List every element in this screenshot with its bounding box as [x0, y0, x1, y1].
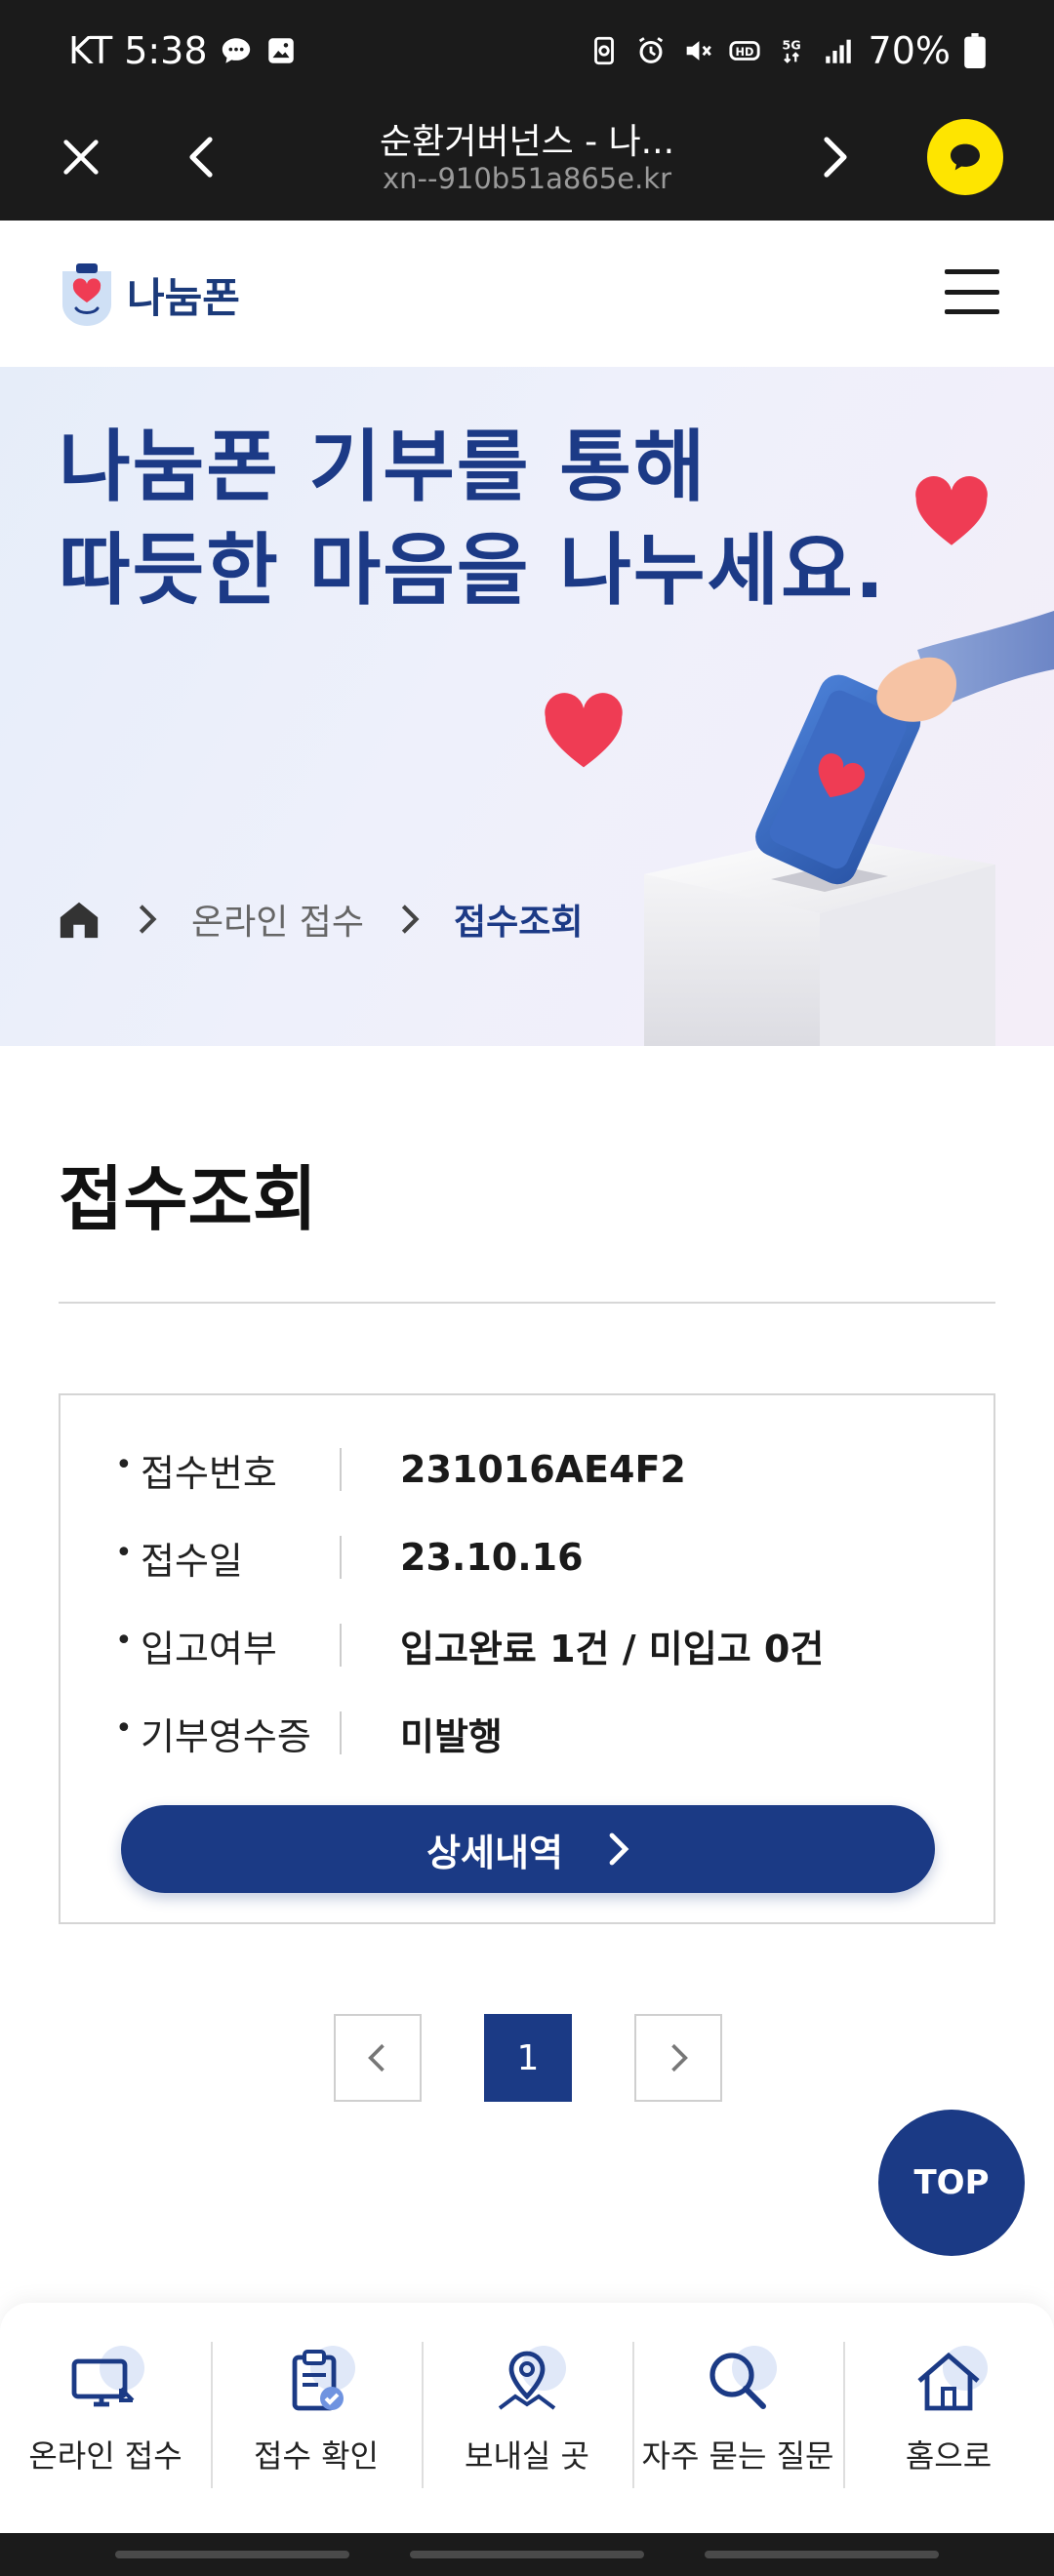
nav-label: 온라인 접수	[28, 2437, 182, 2475]
breadcrumb: 온라인 접수 접수조회	[57, 894, 584, 945]
signal-icon	[825, 39, 851, 63]
row-separator	[340, 1536, 342, 1579]
row-separator	[340, 1711, 342, 1754]
chat-notification-icon	[222, 38, 250, 63]
heart-decoration-icon	[545, 693, 623, 768]
close-icon	[63, 140, 99, 175]
receipt-date-value: 23.10.16	[400, 1536, 584, 1579]
detail-button-label: 상세내역	[426, 1831, 563, 1874]
battery-percent: 70%	[868, 29, 951, 72]
alarm-icon	[638, 37, 663, 63]
menu-icon-bar	[945, 289, 999, 295]
page-1-button[interactable]: 1	[484, 2014, 572, 2102]
clock: 5:38	[124, 29, 208, 72]
donation-receipt-value: 미발행	[400, 1714, 503, 1758]
mute-icon	[686, 41, 711, 60]
detail-button[interactable]: 상세내역	[121, 1805, 935, 1893]
svg-text:HD: HD	[735, 45, 753, 59]
receipt-card: 접수번호 231016AE4F2 접수일 23.10.16 입고여부 입고완료 …	[59, 1393, 995, 1924]
hd-icon: HD	[728, 41, 760, 60]
back-button[interactable]	[170, 125, 234, 189]
home-icon[interactable]	[57, 897, 101, 942]
nav-home[interactable]: 홈으로	[843, 2342, 1054, 2533]
row-separator	[340, 1448, 342, 1491]
nav-label: 접수 확인	[254, 2437, 379, 2475]
nav-send-address[interactable]: 보내실 곳	[422, 2342, 632, 2533]
receipt-date-label: 접수일	[115, 1531, 340, 1585]
forward-button[interactable]	[802, 125, 867, 189]
next-page-button[interactable]	[634, 2014, 722, 2102]
receipt-number-label: 접수번호	[115, 1443, 340, 1497]
hero-line-1: 나눔폰 기부를 통해	[59, 422, 708, 512]
hero-banner: 나눔폰 기부를 통해 따듯한 마음을 나누세요. 온라인 접수 접수조회	[0, 367, 1054, 1046]
site-logo[interactable]: 나눔폰	[57, 260, 240, 330]
home-icon	[917, 2352, 980, 2411]
nav-label: 보내실 곳	[465, 2437, 589, 2475]
chevron-right-icon	[671, 2043, 688, 2073]
kakao-chat-icon	[951, 143, 980, 171]
url-text: xn--910b51a865e.kr	[382, 162, 672, 195]
nav-label: 자주 묻는 질문	[641, 2437, 834, 2475]
donation-box-illustration	[644, 611, 1054, 1046]
nav-online-submit[interactable]: 온라인 접수	[0, 2342, 211, 2533]
battery-icon	[964, 33, 986, 68]
nav-submit-check[interactable]: 접수 확인	[211, 2342, 422, 2533]
chevron-right-icon	[401, 905, 420, 934]
heart-decoration-icon	[915, 476, 988, 545]
receipt-row-number: 접수번호 231016AE4F2	[115, 1440, 954, 1499]
receipt-row-stock: 입고여부 입고완료 1건 / 미입고 0건	[115, 1616, 954, 1674]
logo-phone-heart-icon	[62, 263, 111, 326]
chevron-right-icon	[609, 1832, 629, 1866]
clipboard-check-icon	[292, 2350, 344, 2411]
search-icon	[709, 2353, 766, 2409]
chevron-right-icon	[139, 905, 157, 934]
breadcrumb-current: 접수조회	[454, 903, 584, 943]
page-title: 접수조회	[59, 1158, 317, 1240]
nav-label: 홈으로	[905, 2437, 993, 2475]
page-title-bar: 순환거버넌스 - 나...	[379, 122, 675, 162]
site-header: 나눔폰	[0, 221, 1054, 367]
recycle-icon	[593, 36, 614, 65]
receipt-number-value: 231016AE4F2	[400, 1448, 686, 1491]
chevron-left-icon	[189, 137, 213, 178]
receipt-row-donation-receipt: 기부영수증 미발행	[115, 1704, 954, 1762]
chevron-left-icon	[368, 2043, 385, 2073]
menu-icon-bar	[945, 269, 999, 274]
scroll-top-button[interactable]: TOP	[878, 2110, 1025, 2256]
gallery-notification-icon	[267, 38, 294, 63]
svg-text:5G: 5G	[782, 39, 800, 54]
donation-receipt-label: 기부영수증	[115, 1707, 340, 1760]
status-bar: KT 5:38 HD 5G 70%	[0, 0, 1054, 94]
nav-faq[interactable]: 자주 묻는 질문	[632, 2342, 843, 2533]
map-pin-icon	[498, 2351, 556, 2410]
monitor-icon	[71, 2358, 135, 2407]
bottom-navigation: 온라인 접수 접수 확인 보내실 곳 자주 묻는 질문 홈으로	[0, 2303, 1054, 2533]
stock-status-label: 입고여부	[115, 1619, 340, 1672]
carrier-label: KT	[68, 29, 113, 72]
5g-icon: 5G	[782, 39, 800, 63]
menu-icon-bar	[945, 309, 999, 314]
pagination: 1	[334, 2014, 722, 2102]
system-gesture-bar	[0, 2533, 1054, 2576]
gesture-handle[interactable]	[410, 2551, 644, 2558]
breadcrumb-online-submit[interactable]: 온라인 접수	[191, 894, 364, 945]
menu-button[interactable]	[945, 269, 999, 314]
stock-status-value: 입고완료 1건 / 미입고 0건	[400, 1627, 825, 1670]
title-divider	[59, 1302, 995, 1304]
kakaotalk-button[interactable]	[927, 119, 1003, 195]
gesture-handle[interactable]	[115, 2551, 349, 2558]
chevron-right-icon	[824, 137, 847, 178]
logo-text: 나눔폰	[127, 273, 240, 322]
gesture-handle[interactable]	[705, 2551, 939, 2558]
receipt-row-date: 접수일 23.10.16	[115, 1528, 954, 1587]
prev-page-button[interactable]	[334, 2014, 422, 2102]
close-button[interactable]	[49, 125, 113, 189]
in-app-browser-toolbar: 순환거버넌스 - 나... xn--910b51a865e.kr	[0, 94, 1054, 221]
row-separator	[340, 1624, 342, 1667]
